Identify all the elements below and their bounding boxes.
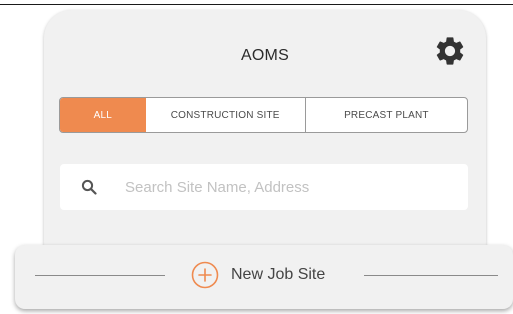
tab-all[interactable]: ALL: [60, 98, 146, 132]
right-divider: [364, 275, 498, 276]
top-divider: [0, 4, 513, 5]
tab-precast-plant[interactable]: PRECAST PLANT: [306, 98, 467, 132]
search-icon: [81, 179, 97, 195]
search-input[interactable]: [125, 178, 445, 196]
gear-icon[interactable]: [433, 34, 467, 68]
site-selector-card: AOMS ALL CONSTRUCTION SITE PRECAST PLANT: [44, 10, 486, 270]
new-job-site-label: New Job Site: [231, 266, 326, 283]
left-divider: [35, 275, 165, 276]
bottom-action-bar: New Job Site: [15, 245, 513, 309]
plus-circle-icon: [191, 261, 219, 289]
search-box: [60, 164, 468, 210]
tab-construction-site[interactable]: CONSTRUCTION SITE: [146, 98, 306, 132]
app-title: AOMS: [241, 47, 289, 64]
site-type-tabs: ALL CONSTRUCTION SITE PRECAST PLANT: [59, 97, 468, 133]
new-job-site-button[interactable]: New Job Site: [191, 259, 325, 291]
